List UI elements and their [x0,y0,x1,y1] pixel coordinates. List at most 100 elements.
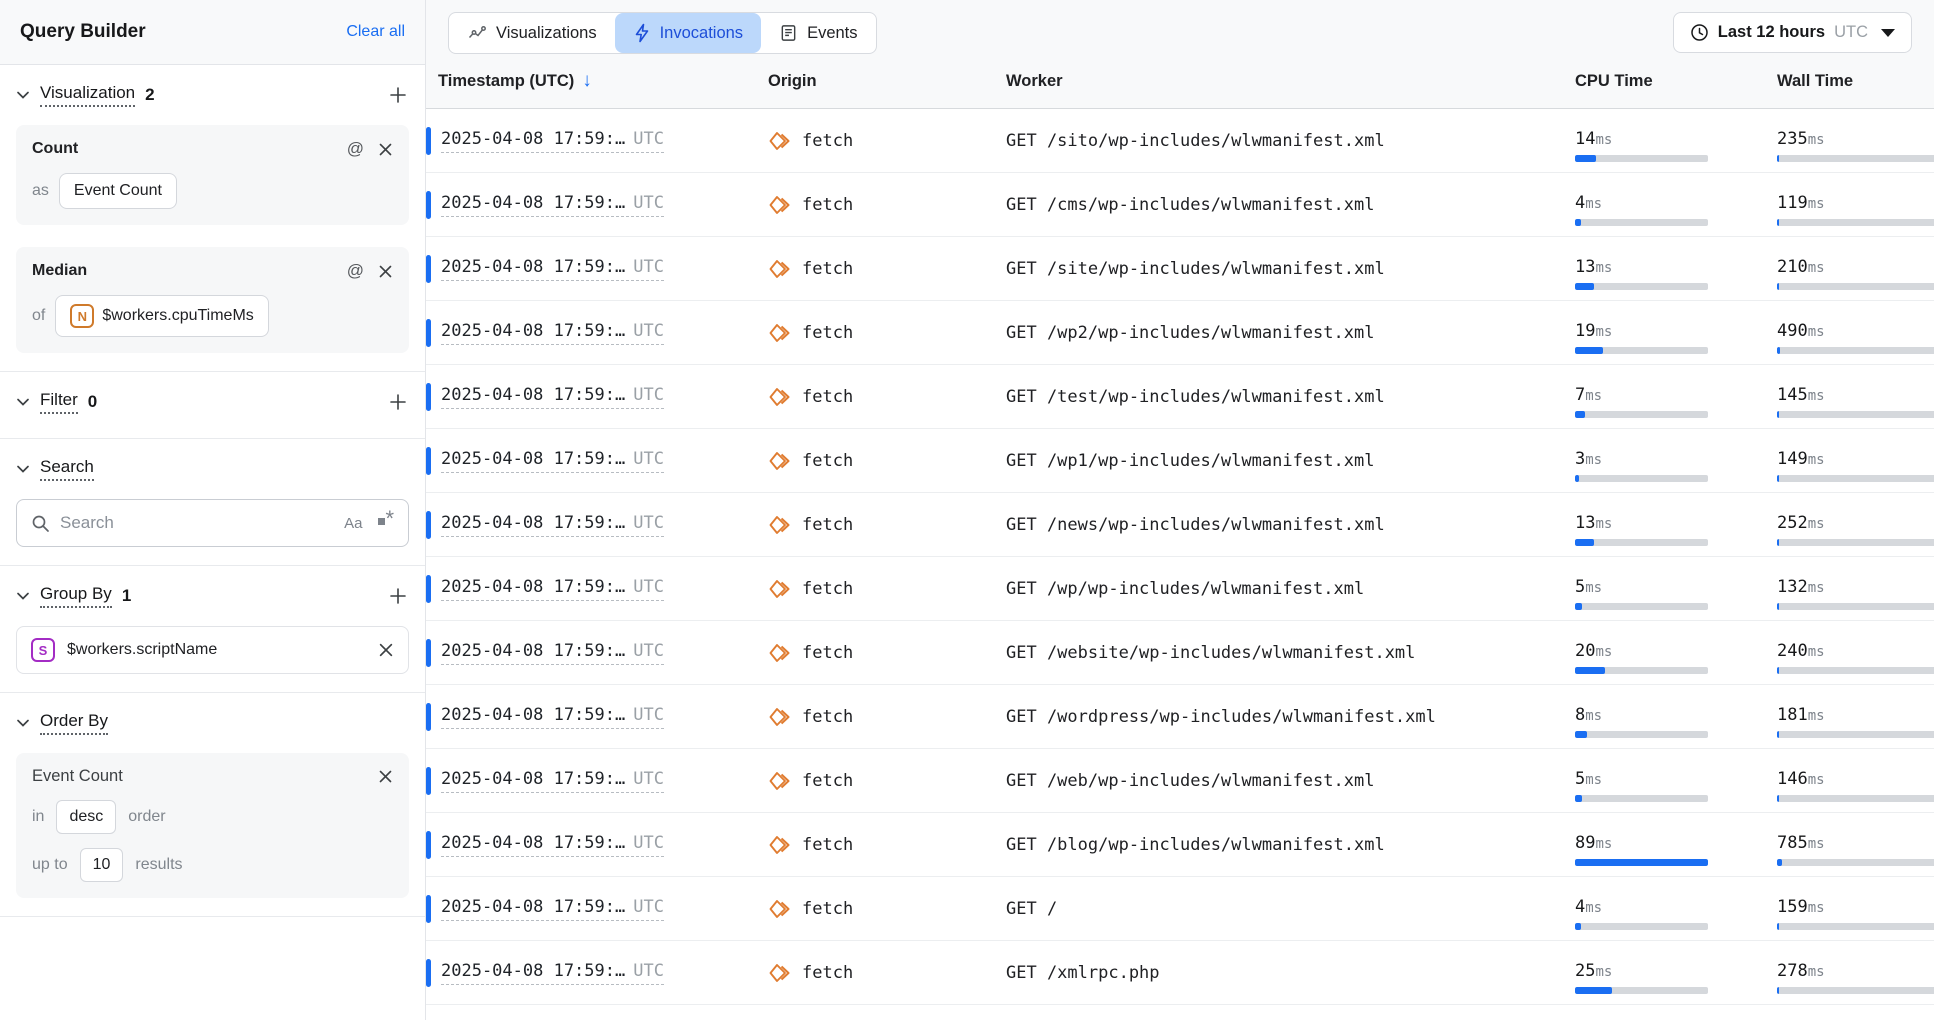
column-header-cpu-time[interactable]: CPU Time [1563,72,1765,91]
time-range-selector[interactable]: Last 12 hours UTC [1673,12,1912,53]
order-label: order [128,808,165,826]
up-to-label: up to [32,856,68,874]
fetch-origin-icon [768,706,792,728]
table-row[interactable]: 2025-04-08 17:59:…UTC fetch GET /cms/wp-… [426,173,1934,237]
group-by-field-value: $workers.scriptName [67,641,217,659]
cpu-time-value: 20ms [1575,641,1765,661]
timestamp-value[interactable]: 2025-04-08 17:59:…UTC [441,193,664,217]
tab-events[interactable]: Events [761,13,875,53]
fetch-origin-icon [768,834,792,856]
timestamp-value[interactable]: 2025-04-08 17:59:…UTC [441,897,664,921]
table-row[interactable]: 2025-04-08 17:59:…UTC fetch GET /wp1/wp-… [426,429,1934,493]
fetch-origin-icon [768,514,792,536]
timestamp-value[interactable]: 2025-04-08 17:59:…UTC [441,513,664,537]
median-field-chip[interactable]: N $workers.cpuTimeMs [55,295,268,337]
table-row[interactable]: 2025-04-08 17:59:…UTC fetch GET /blog/wp… [426,813,1934,877]
result-limit-input[interactable]: 10 [80,848,124,882]
timestamp-value[interactable]: 2025-04-08 17:59:…UTC [441,321,664,345]
table-row[interactable]: 2025-04-08 17:59:…UTC fetch GET /xmlrpc.… [426,941,1934,1005]
table-row[interactable]: 2025-04-08 17:59:…UTC fetch GET /wp2/wp-… [426,301,1934,365]
chevron-down-icon[interactable] [16,397,30,407]
column-header-timestamp[interactable]: Timestamp (UTC) ↓ [426,70,756,92]
column-header-wall-time[interactable]: Wall Time [1765,72,1934,91]
search-input[interactable] [60,513,334,533]
cpu-time-value: 19ms [1575,321,1765,341]
table-row[interactable]: 2025-04-08 17:59:…UTC fetch GET /wordpre… [426,685,1934,749]
timestamp-value[interactable]: 2025-04-08 17:59:…UTC [441,961,664,985]
fetch-origin-icon [768,322,792,344]
cpu-time-bar [1575,219,1708,226]
chevron-down-icon[interactable] [16,90,30,100]
timestamp-value[interactable]: 2025-04-08 17:59:…UTC [441,769,664,793]
cpu-time-bar [1575,539,1708,546]
clear-all-link[interactable]: Clear all [346,23,405,41]
cpu-time-bar [1575,411,1708,418]
table-row[interactable]: 2025-04-08 17:59:…UTC fetch GET /web/wp-… [426,749,1934,813]
timestamp-value[interactable]: 2025-04-08 17:59:…UTC [441,705,664,729]
timestamp-value[interactable]: 2025-04-08 17:59:…UTC [441,577,664,601]
column-header-origin[interactable]: Origin [756,72,994,91]
remove-median-button[interactable] [378,264,393,279]
remove-count-button[interactable] [378,142,393,157]
cpu-time-bar [1575,987,1708,994]
alias-at-icon[interactable]: @ [347,139,364,159]
add-group-by-button[interactable] [387,585,409,607]
row-indicator [426,447,431,475]
time-range-value: Last 12 hours [1718,23,1825,42]
group-by-field-chip[interactable]: S $workers.scriptName [16,626,409,674]
table-row[interactable]: 2025-04-08 17:59:…UTC fetch GET /sito/wp… [426,109,1934,173]
remove-group-by-button[interactable] [378,642,394,658]
add-filter-button[interactable] [387,391,409,413]
column-header-worker[interactable]: Worker [994,72,1563,91]
wall-time-value: 278ms [1777,961,1934,981]
search-box: Aa * [16,499,409,547]
section-group-by: Group By 1 S $workers.scriptName [0,566,425,693]
section-label-order-by[interactable]: Order By [40,711,108,735]
table-row[interactable]: 2025-04-08 17:59:…UTC fetch GET /test/wp… [426,365,1934,429]
row-indicator [426,575,431,603]
worker-request-value: GET /website/wp-includes/wlwmanifest.xml [1006,643,1415,663]
alias-at-icon[interactable]: @ [347,261,364,281]
order-direction-select[interactable]: desc [56,800,116,834]
row-indicator [426,703,431,731]
table-row[interactable]: 2025-04-08 17:59:…UTC fetch GET /wp/wp-i… [426,557,1934,621]
section-label-visualization[interactable]: Visualization [40,83,135,107]
origin-value: fetch [802,259,853,279]
cpu-time-value: 5ms [1575,769,1765,789]
table-row[interactable]: 2025-04-08 17:59:…UTC fetch GET /site/wp… [426,237,1934,301]
tab-invocations[interactable]: Invocations [615,13,761,53]
chevron-down-icon[interactable] [16,464,30,474]
cpu-time-bar [1575,475,1708,482]
remove-order-by-button[interactable] [378,769,393,784]
table-row[interactable]: 2025-04-08 17:59:…UTC fetch GET /website… [426,621,1934,685]
timestamp-value[interactable]: 2025-04-08 17:59:…UTC [441,449,664,473]
wall-time-bar [1777,539,1934,546]
section-label-filter[interactable]: Filter [40,390,78,414]
wall-time-bar [1777,923,1934,930]
timestamp-value[interactable]: 2025-04-08 17:59:…UTC [441,833,664,857]
section-label-group-by[interactable]: Group By [40,584,112,608]
line-chart-icon [467,23,487,43]
table-row[interactable]: 2025-04-08 17:59:…UTC fetch GET / 4ms 15… [426,877,1934,941]
timestamp-value[interactable]: 2025-04-08 17:59:…UTC [441,641,664,665]
timestamp-value[interactable]: 2025-04-08 17:59:…UTC [441,129,664,153]
regex-toggle-icon[interactable]: * [378,518,394,528]
visualization-card-median: Median @ of N $workers.cpuTimeMs [16,247,409,353]
section-visualization: Visualization 2 Count @ as [0,65,425,372]
tab-visualizations[interactable]: Visualizations [449,13,615,53]
chevron-down-icon[interactable] [16,718,30,728]
section-filter: Filter 0 [0,372,425,439]
chevron-down-icon[interactable] [16,591,30,601]
case-sensitive-toggle-icon[interactable]: Aa [344,515,362,532]
count-alias-chip[interactable]: Event Count [59,173,177,209]
wall-time-value: 490ms [1777,321,1934,341]
timestamp-value[interactable]: 2025-04-08 17:59:…UTC [441,257,664,281]
section-label-search[interactable]: Search [40,457,94,481]
sort-descending-icon[interactable]: ↓ [582,70,592,92]
origin-value: fetch [802,131,853,151]
fetch-origin-icon [768,258,792,280]
timestamp-value[interactable]: 2025-04-08 17:59:…UTC [441,385,664,409]
row-indicator [426,959,431,987]
table-row[interactable]: 2025-04-08 17:59:…UTC fetch GET /news/wp… [426,493,1934,557]
add-visualization-button[interactable] [387,84,409,106]
